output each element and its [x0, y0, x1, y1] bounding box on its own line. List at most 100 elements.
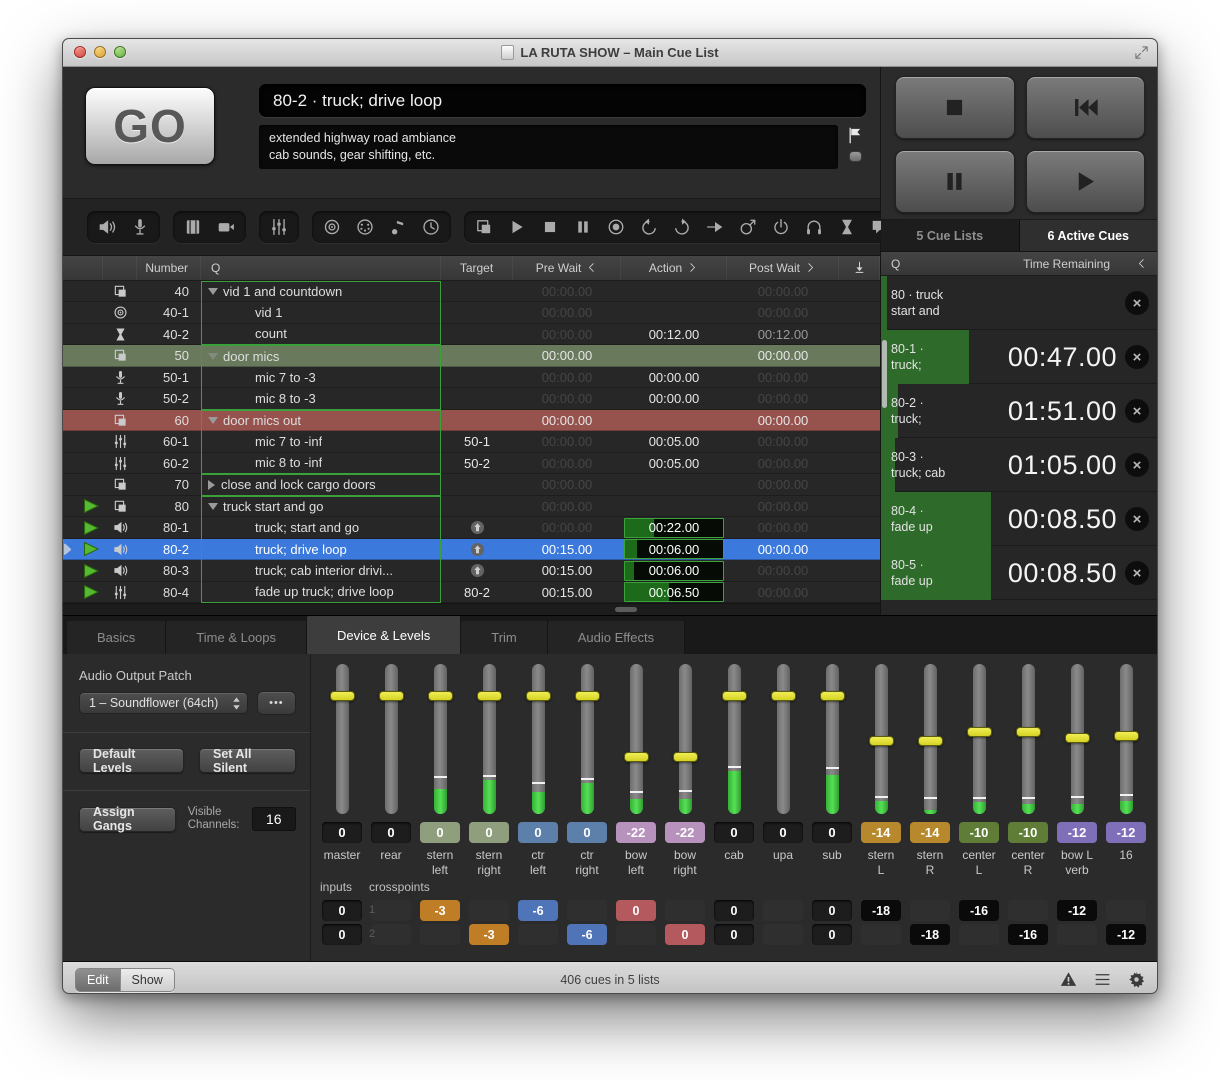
- cue-row[interactable]: 80truck start and go00:00.0000:00.00: [63, 496, 880, 518]
- crosspoint-master-value[interactable]: 0: [322, 924, 362, 945]
- active-cue-row[interactable]: 80-2 ·truck;01:51.00×: [881, 384, 1157, 438]
- action-cell[interactable]: 00:22.00: [621, 517, 727, 539]
- cue-name-cell[interactable]: count: [201, 324, 441, 346]
- stop-icon[interactable]: [541, 218, 559, 236]
- assign-gangs-button[interactable]: Assign Gangs: [79, 807, 176, 832]
- cue-target-cell[interactable]: 80-2: [441, 582, 513, 604]
- pre-wait-cell[interactable]: 00:00.00: [513, 431, 621, 453]
- cue-row[interactable]: 50door mics00:00.0000:00.00: [63, 345, 880, 367]
- fader-track[interactable]: [777, 664, 790, 814]
- crosspoint-cell[interactable]: -12: [1106, 924, 1146, 945]
- fader-track[interactable]: [1120, 664, 1133, 814]
- post-wait-cell[interactable]: 00:00.00: [727, 453, 839, 475]
- pre-wait-cell[interactable]: 00:00.00: [513, 345, 621, 367]
- fader-value[interactable]: -14: [861, 822, 901, 843]
- cue-row[interactable]: 80-2truck; drive loop00:15.0000:06.0000:…: [63, 539, 880, 561]
- post-wait-cell[interactable]: 00:00.00: [727, 496, 839, 518]
- audio-patch-dropdown[interactable]: 1 – Soundflower (64ch): [79, 692, 248, 714]
- crosspoint-cell[interactable]: 0: [714, 900, 754, 921]
- crosspoint-cell[interactable]: [910, 900, 950, 921]
- crosspoint-cell[interactable]: [420, 924, 460, 945]
- crosspoint-cell[interactable]: -6: [518, 900, 558, 921]
- cue-target-cell[interactable]: [441, 539, 513, 561]
- fader-handle[interactable]: [918, 736, 943, 746]
- patch-more-button[interactable]: •••: [257, 691, 296, 715]
- active-cue-row[interactable]: 80-1 ·truck;00:47.00×: [881, 330, 1157, 384]
- title-bar[interactable]: LA RUTA SHOW – Main Cue List: [63, 39, 1157, 67]
- listen-icon[interactable]: [805, 218, 823, 236]
- play-button[interactable]: [1026, 150, 1146, 213]
- cue-target-cell[interactable]: 50-1: [441, 431, 513, 453]
- action-cell[interactable]: 00:00.00: [621, 367, 727, 389]
- fader-handle[interactable]: [722, 691, 747, 701]
- pause-button[interactable]: [895, 150, 1015, 213]
- crosspoint-cell[interactable]: -16: [1008, 924, 1048, 945]
- fader-handle[interactable]: [1065, 733, 1090, 743]
- post-wait-cell[interactable]: 00:00.00: [727, 539, 839, 561]
- scrollbar-thumb[interactable]: [615, 607, 637, 612]
- go-button[interactable]: GO: [85, 87, 215, 165]
- crosspoint-cell[interactable]: [763, 924, 803, 945]
- action-cell[interactable]: 00:06.00: [621, 560, 727, 582]
- crosspoint-cell[interactable]: 0: [714, 924, 754, 945]
- crosspoint-cell[interactable]: [371, 924, 411, 945]
- crosspoint-cell[interactable]: 0: [812, 924, 852, 945]
- cue-row[interactable]: 60-1mic 7 to -inf50-100:00.0000:05.0000:…: [63, 431, 880, 453]
- fader-track[interactable]: [679, 664, 692, 814]
- post-wait-cell[interactable]: 00:00.00: [727, 367, 839, 389]
- horizontal-scrollbar[interactable]: [63, 603, 880, 615]
- fader-value[interactable]: 0: [567, 822, 607, 843]
- crosspoint-cell[interactable]: [518, 924, 558, 945]
- crosspoint-cell[interactable]: [763, 900, 803, 921]
- crosspoint-cell[interactable]: 0: [665, 924, 705, 945]
- cue-name-cell[interactable]: vid 1 and countdown: [201, 281, 441, 303]
- time-remaining-header[interactable]: Time Remaining: [1023, 257, 1110, 271]
- notes-option-button[interactable]: [849, 151, 862, 162]
- cue-name-cell[interactable]: truck; cab interior drivi...: [201, 560, 441, 582]
- speaker-icon[interactable]: [98, 218, 116, 236]
- video-icon[interactable]: [184, 218, 202, 236]
- cue-target-cell[interactable]: 50-2: [441, 453, 513, 475]
- cue-target-cell[interactable]: [441, 345, 513, 367]
- disclosure-triangle[interactable]: [208, 503, 218, 510]
- stop-cue-button[interactable]: ×: [1125, 345, 1149, 369]
- post-wait-cell[interactable]: 00:00.00: [727, 302, 839, 324]
- fader-handle[interactable]: [967, 727, 992, 737]
- crosspoint-cell[interactable]: [371, 900, 411, 921]
- fader-handle[interactable]: [624, 752, 649, 762]
- fader-handle[interactable]: [526, 691, 551, 701]
- pre-wait-cell[interactable]: 00:00.00: [513, 453, 621, 475]
- stop-cue-button[interactable]: ×: [1125, 507, 1149, 531]
- action-cell[interactable]: [621, 302, 727, 324]
- fader-track[interactable]: [728, 664, 741, 814]
- cue-target-cell[interactable]: [441, 324, 513, 346]
- cue-target-cell[interactable]: [441, 560, 513, 582]
- group-icon[interactable]: [475, 218, 493, 236]
- panic-icon[interactable]: [772, 218, 790, 236]
- gear-icon[interactable]: [1128, 971, 1145, 988]
- mic-icon[interactable]: [131, 218, 149, 236]
- fader-track[interactable]: [973, 664, 986, 814]
- disclosure-triangle[interactable]: [208, 417, 218, 424]
- crosspoint-cell[interactable]: [1057, 924, 1097, 945]
- pause-icon[interactable]: [574, 218, 592, 236]
- stop-cue-button[interactable]: ×: [1125, 453, 1149, 477]
- crosspoint-cell[interactable]: -12: [1057, 900, 1097, 921]
- fade-icon[interactable]: [270, 218, 288, 236]
- resize-icon[interactable]: [1134, 45, 1149, 60]
- pre-wait-cell[interactable]: 00:00.00: [513, 281, 621, 303]
- cue-target-cell[interactable]: [441, 496, 513, 518]
- cue-row[interactable]: 40-1vid 100:00.0000:00.00: [63, 302, 880, 324]
- default-levels-button[interactable]: Default Levels: [79, 748, 184, 773]
- action-cell[interactable]: 00:12.00: [621, 324, 727, 346]
- post-wait-cell[interactable]: 00:00.00: [727, 582, 839, 604]
- cue-row[interactable]: 80-3truck; cab interior drivi...00:15.00…: [63, 560, 880, 582]
- header-number[interactable]: Number: [137, 256, 201, 280]
- action-cell[interactable]: 00:05.00: [621, 431, 727, 453]
- crosspoint-cell[interactable]: [665, 900, 705, 921]
- disclosure-triangle[interactable]: [208, 480, 215, 490]
- action-cell[interactable]: 00:00.00: [621, 388, 727, 410]
- fader-value[interactable]: -14: [910, 822, 950, 843]
- goto-icon[interactable]: [706, 218, 724, 236]
- tab-cue-lists[interactable]: 5 Cue Lists: [881, 220, 1019, 251]
